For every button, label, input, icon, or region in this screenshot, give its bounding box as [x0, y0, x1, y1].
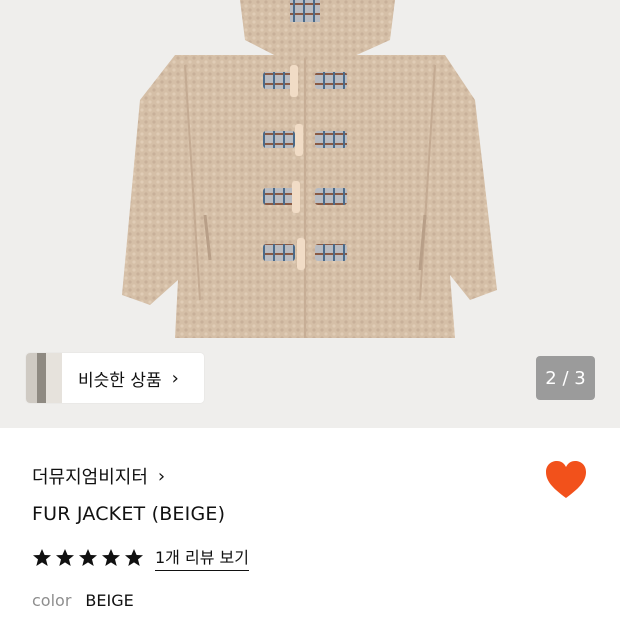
similar-product-thumbnail [26, 353, 62, 403]
star-icon [56, 548, 74, 566]
color-row: color BEIGE [32, 591, 134, 610]
star-icon [79, 548, 97, 566]
rating-row: 1개 리뷰 보기 [32, 544, 249, 571]
image-counter: 2 / 3 [536, 356, 595, 400]
similar-products-button[interactable]: 비슷한 상품 › [26, 353, 204, 403]
brand-name: 더뮤지엄비지터 [32, 467, 148, 488]
color-value: BEIGE [85, 591, 134, 610]
star-icon [102, 548, 120, 566]
product-image[interactable]: 비슷한 상품 › 2 / 3 [0, 0, 620, 428]
star-icon [33, 548, 51, 566]
brand-link[interactable]: 더뮤지엄비지터 › [32, 463, 165, 489]
star-icon [125, 548, 143, 566]
color-label: color [32, 591, 72, 610]
heart-icon[interactable] [545, 460, 587, 500]
chevron-right-icon: › [171, 367, 179, 389]
rating-stars [32, 548, 147, 568]
chevron-right-icon: › [157, 465, 166, 487]
review-link[interactable]: 1개 리뷰 보기 [155, 544, 249, 571]
similar-products-label: 비슷한 상품 [78, 370, 162, 391]
product-title: FUR JACKET (BEIGE) [32, 503, 226, 525]
